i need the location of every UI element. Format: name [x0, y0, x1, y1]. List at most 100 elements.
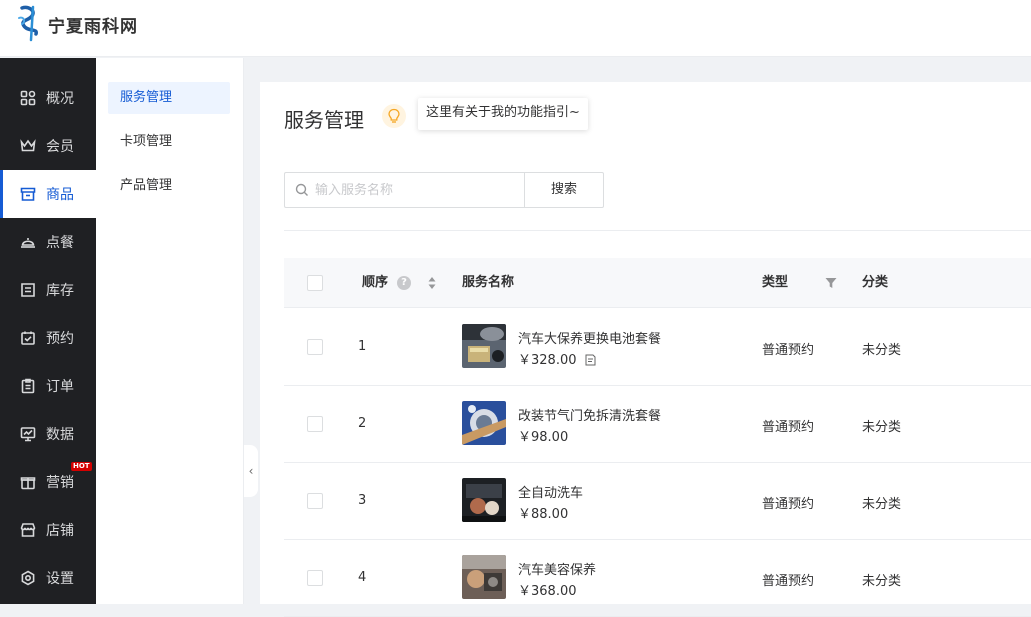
service-price-value: ￥328.00: [518, 353, 577, 368]
main-panel: 服务管理 这里有关于我的功能指引~ 搜索 顺序 ? 服务名称 类型 分类 1 汽…: [260, 82, 1031, 617]
subnav-item-service-management[interactable]: 服务管理: [108, 82, 230, 114]
clipboard-icon: [21, 378, 35, 394]
lightbulb-icon: [388, 108, 400, 123]
row-type: 普通预约: [762, 497, 815, 512]
brand-name: 宁夏雨科网: [48, 16, 138, 37]
crown-icon: [20, 139, 36, 152]
row-order: 2: [358, 416, 367, 431]
service-name[interactable]: 全自动洗车: [518, 482, 583, 501]
table-row[interactable]: 4 汽车美容保养 ￥368.00 普通预约 未分类: [284, 540, 1031, 617]
row-type: 普通预约: [762, 420, 815, 435]
collapse-sidebar-button[interactable]: ‹: [244, 445, 258, 497]
service-price: ￥98.00: [518, 430, 569, 445]
row-category: 未分类: [862, 574, 902, 589]
help-icon[interactable]: ?: [397, 276, 411, 290]
calendar-check-icon: [21, 331, 35, 345]
nav-item-label: 预约: [46, 331, 74, 347]
nav-item-products[interactable]: 商品: [0, 170, 96, 218]
monitor-chart-icon: [20, 427, 36, 442]
divider: [284, 230, 1031, 231]
column-order-label: 顺序: [362, 275, 389, 290]
sort-icon[interactable]: [428, 276, 436, 290]
service-price: ￥328.00: [518, 349, 596, 368]
row-order: 3: [358, 493, 367, 508]
nav-item-shop[interactable]: 店铺: [0, 506, 96, 554]
nav-item-inventory[interactable]: 库存: [0, 266, 96, 314]
row-order: 4: [358, 570, 367, 585]
nav-item-label: 库存: [46, 283, 74, 299]
search-icon: [295, 183, 308, 196]
row-category: 未分类: [862, 343, 902, 358]
nav-item-settings[interactable]: 设置: [0, 554, 96, 602]
column-type: 类型: [762, 275, 789, 290]
gift-icon: [20, 477, 36, 490]
grid-icon: [20, 90, 36, 106]
subnav-item-product-management[interactable]: 产品管理: [108, 170, 230, 202]
car-battery-photo: [462, 324, 506, 368]
service-name[interactable]: 汽车大保养更换电池套餐: [518, 328, 661, 347]
nav-item-label: 店铺: [46, 523, 74, 539]
nav-item-label: 会员: [46, 139, 74, 155]
search-field[interactable]: [284, 172, 525, 208]
row-category: 未分类: [862, 420, 902, 435]
table-row[interactable]: 1 汽车大保养更换电池套餐 ￥328.00 普通预约 未分类: [284, 309, 1031, 386]
dish-icon: [21, 238, 35, 248]
nav-item-label: 数据: [46, 427, 74, 443]
row-type: 普通预约: [762, 343, 815, 358]
document-icon[interactable]: [585, 354, 596, 366]
nav-item-overview[interactable]: 概况: [0, 74, 96, 122]
nav-item-label: 设置: [46, 571, 74, 587]
nav-item-orders[interactable]: 订单: [0, 362, 96, 410]
store-icon: [20, 187, 36, 201]
nav-item-booking[interactable]: 预约: [0, 314, 96, 362]
column-order: 顺序: [362, 258, 388, 308]
guide-bulb-button[interactable]: [382, 104, 406, 128]
row-checkbox[interactable]: [307, 339, 323, 355]
column-category: 分类: [862, 275, 889, 290]
service-thumbnail[interactable]: [462, 401, 506, 445]
table-row[interactable]: 3 全自动洗车 ￥88.00 普通预约 未分类: [284, 463, 1031, 540]
nav-item-label: 概况: [46, 91, 74, 107]
service-thumbnail[interactable]: [462, 555, 506, 599]
row-checkbox[interactable]: [307, 570, 323, 586]
nav-item-ordering[interactable]: 点餐: [0, 218, 96, 266]
nav-item-label: 订单: [46, 379, 74, 395]
search-input[interactable]: [315, 182, 515, 198]
table-header: 顺序 ? 服务名称 类型 分类: [284, 258, 1031, 308]
inventory-icon: [21, 283, 35, 297]
nav-item-data[interactable]: 数据: [0, 410, 96, 458]
logo-mark-icon: [18, 5, 38, 42]
secondary-nav: 服务管理 卡项管理 产品管理: [96, 58, 244, 604]
brand-logo[interactable]: 宁夏雨科网: [16, 4, 138, 42]
car-care-photo: [462, 555, 506, 599]
nav-item-marketing[interactable]: 营销 HOT: [0, 458, 96, 506]
guide-tooltip[interactable]: 这里有关于我的功能指引~: [418, 98, 588, 130]
row-category: 未分类: [862, 497, 902, 512]
top-bar: 宁夏雨科网: [0, 0, 1031, 57]
service-price: ￥88.00: [518, 507, 569, 522]
nav-item-members[interactable]: 会员: [0, 122, 96, 170]
service-thumbnail[interactable]: [462, 324, 506, 368]
service-name[interactable]: 改装节气门免拆清洗套餐: [518, 405, 661, 424]
throttle-cleaning-photo: [462, 401, 506, 445]
table-row[interactable]: 2 改装节气门免拆清洗套餐 ￥98.00 普通预约 未分类: [284, 386, 1031, 463]
row-type: 普通预约: [762, 574, 815, 589]
select-all-checkbox[interactable]: [307, 275, 323, 291]
hot-badge: HOT: [71, 462, 92, 471]
nav-item-label: 商品: [46, 187, 74, 203]
row-order: 1: [358, 339, 367, 354]
nav-item-label: 点餐: [46, 235, 74, 251]
subnav-item-card-management[interactable]: 卡项管理: [108, 126, 230, 158]
page-title: 服务管理: [284, 108, 364, 132]
filter-icon[interactable]: [825, 277, 837, 289]
service-price: ￥368.00: [518, 584, 577, 599]
service-name[interactable]: 汽车美容保养: [518, 559, 596, 578]
row-checkbox[interactable]: [307, 493, 323, 509]
car-wash-photo: [462, 478, 506, 522]
column-service-name: 服务名称: [462, 275, 515, 290]
primary-nav: 概况 会员 商品 点餐 库存 预约 订单 数据 营销 HOT 店铺 设置: [0, 58, 96, 604]
search-button[interactable]: 搜索: [524, 172, 604, 208]
shop-icon: [20, 523, 36, 537]
service-thumbnail[interactable]: [462, 478, 506, 522]
row-checkbox[interactable]: [307, 416, 323, 432]
